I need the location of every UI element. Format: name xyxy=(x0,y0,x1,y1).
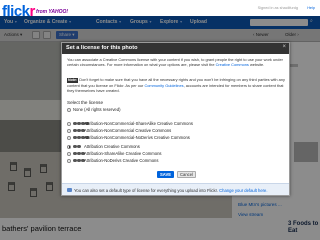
creative-commons-link[interactable]: Creative Commons xyxy=(216,62,249,67)
intro-suffix: website. xyxy=(249,62,265,67)
dialog-intro-text: You can associate a Creative Commons lic… xyxy=(67,57,285,67)
cc-license-icons xyxy=(73,144,83,149)
radio-icon[interactable] xyxy=(67,107,71,112)
info-icon xyxy=(67,187,72,192)
default-license-text: You can also set a default type of licen… xyxy=(74,187,218,193)
license-option-label: None (All rights reserved) xyxy=(73,107,121,112)
cc-license-icons xyxy=(73,151,85,156)
dialog-note-text: Note: Don't forget to make sure that you… xyxy=(67,77,285,93)
dialog-title: Set a license for this photo xyxy=(66,45,138,51)
license-option-label: Attribution-NonCommercial-ShareAlike Cre… xyxy=(84,121,193,126)
cc-license-icons xyxy=(73,135,89,140)
community-guidelines-link[interactable]: Community Guidelines xyxy=(144,83,183,88)
license-option-label: Attribution-NonCommercial Creative Commo… xyxy=(84,128,172,133)
cc-icon xyxy=(76,144,81,149)
radio-icon[interactable] xyxy=(67,128,71,133)
save-button[interactable]: SAVE xyxy=(157,171,174,178)
radio-icon[interactable] xyxy=(67,121,71,126)
license-option-label: Attribution-NoDerivs Creative Commons xyxy=(84,158,159,163)
cc-license-icons xyxy=(73,158,85,163)
license-option-label: Attribution-NonCommercial-NoDerivs Creat… xyxy=(84,135,190,140)
from-yahoo-label: from YAHOO! xyxy=(36,9,69,15)
close-icon[interactable]: × xyxy=(282,44,286,50)
dialog-footer: You can also set a default type of licen… xyxy=(62,183,289,195)
cc-license-icons xyxy=(73,121,89,126)
license-dialog: Set a license for this photo × You can a… xyxy=(61,42,290,196)
dialog-title-bar: Set a license for this photo × xyxy=(62,43,289,54)
signed-in-text: Signed in as shacilfurdg xyxy=(257,6,298,10)
radio-icon[interactable] xyxy=(67,135,71,140)
select-license-label: Select the license xyxy=(67,100,104,105)
change-default-link[interactable]: Change your default here. xyxy=(219,188,267,193)
cc-license-icons xyxy=(73,128,85,133)
radio-icon[interactable] xyxy=(67,158,71,163)
help-link[interactable]: Help xyxy=(307,6,315,10)
footer-text: You can also set a default type of licen… xyxy=(74,188,268,193)
radio-checked-icon[interactable] xyxy=(67,144,71,149)
license-option-label: Attribution Creative Commons xyxy=(84,144,140,149)
license-option-label: Attribution-ShareAlike Creative Commons xyxy=(84,151,162,156)
radio-icon[interactable] xyxy=(67,151,71,156)
cancel-button[interactable]: Cancel xyxy=(177,171,196,178)
